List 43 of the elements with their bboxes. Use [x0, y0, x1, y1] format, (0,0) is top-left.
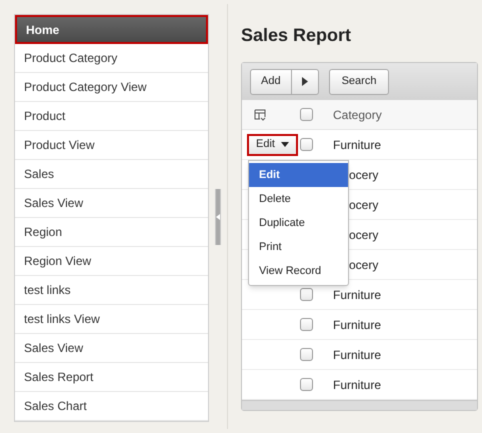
- sidebar-item[interactable]: Region View: [15, 247, 208, 276]
- table-cell-text: Furniture: [333, 376, 382, 394]
- sidebar-item[interactable]: Sales: [15, 160, 208, 189]
- page-title: Sales Report: [241, 24, 352, 47]
- sidebar-item[interactable]: test links View: [15, 305, 208, 334]
- table-cell-text: Furniture: [333, 346, 382, 364]
- table-cell-text: ocery: [348, 226, 378, 244]
- collapse-icon: [216, 214, 220, 220]
- sidebar-item[interactable]: Product View: [15, 131, 208, 160]
- checkbox[interactable]: [300, 108, 313, 121]
- menu-item[interactable]: View Record: [249, 259, 348, 283]
- column-header[interactable]: Category: [333, 106, 382, 124]
- checkbox[interactable]: [300, 288, 313, 301]
- search-button[interactable]: Search: [328, 68, 390, 94]
- sidebar-item[interactable]: Sales View: [15, 189, 208, 218]
- checkbox[interactable]: [300, 348, 313, 361]
- sidebar-item[interactable]: Home: [15, 15, 208, 44]
- table-cell-text: Furniture: [333, 136, 382, 154]
- edit-dropdown-button[interactable]: Edit: [247, 134, 298, 156]
- menu-item[interactable]: Delete: [249, 187, 348, 211]
- caret-icon: [280, 142, 289, 147]
- play-icon: [302, 77, 308, 86]
- sidebar-item[interactable]: Sales Report: [15, 363, 208, 392]
- splitter-handle[interactable]: [215, 188, 221, 244]
- sidebar-item[interactable]: Product: [15, 102, 208, 131]
- table-cell-text: Furniture: [333, 316, 382, 334]
- menu-item[interactable]: Print: [249, 235, 348, 259]
- columns-icon[interactable]: [254, 108, 266, 120]
- sidebar-item[interactable]: Region: [15, 218, 208, 247]
- sidebar-item[interactable]: Sales Chart: [15, 392, 208, 421]
- checkbox[interactable]: [300, 138, 313, 151]
- checkbox[interactable]: [300, 378, 313, 391]
- table-cell-text: Furniture: [333, 286, 382, 304]
- table-cell-text: ocery: [348, 166, 378, 184]
- sidebar-item[interactable]: Product Category: [15, 44, 208, 73]
- table-cell-text: ocery: [348, 256, 378, 274]
- sidebar-item[interactable]: Sales View: [15, 334, 208, 363]
- menu-item[interactable]: Duplicate: [249, 211, 348, 235]
- checkbox[interactable]: [300, 318, 313, 331]
- sidebar-item[interactable]: Product Category View: [15, 73, 208, 102]
- table-cell-text: ocery: [348, 196, 378, 214]
- menu-item[interactable]: Edit: [249, 163, 348, 187]
- sidebar-item[interactable]: test links: [15, 276, 208, 305]
